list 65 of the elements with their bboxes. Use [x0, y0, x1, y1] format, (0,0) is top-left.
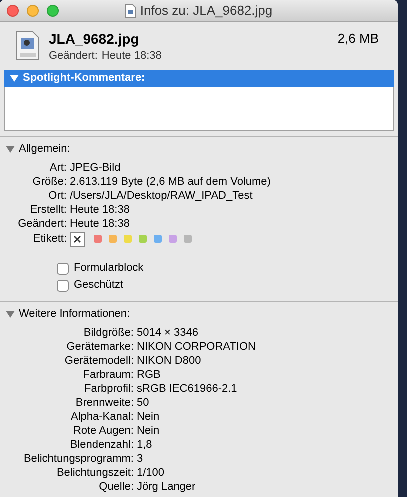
disclosure-triangle-icon[interactable] [6, 310, 15, 319]
field-value: Nein [137, 410, 160, 424]
file-size: 2,6 MB [338, 30, 379, 48]
document-icon [125, 4, 136, 18]
field-value: 5014 × 3346 [137, 326, 198, 340]
field-label: Alpha-Kanal: [70, 410, 135, 424]
field-label: Gerätemodell: [64, 354, 135, 368]
no-label-button[interactable] [70, 232, 85, 246]
field-label: Art: [48, 161, 68, 175]
color-label-button[interactable] [139, 235, 147, 243]
field-value: Heute 18:38 [70, 203, 130, 217]
color-label-button[interactable] [109, 235, 117, 243]
section-header[interactable]: Allgemein: [0, 141, 398, 158]
field-value: /Users/JLA/Desktop/RAW_IPAD_Test [70, 189, 253, 203]
modified-label: Geändert: [49, 49, 98, 64]
zoom-button[interactable] [47, 4, 59, 16]
field-value: NIKON CORPORATION [137, 340, 256, 354]
window-title: Infos zu: JLA_9682.jpg [140, 2, 273, 20]
minimize-button[interactable] [27, 4, 39, 16]
field-label: Farbprofil: [83, 382, 135, 396]
field-value: RGB [137, 368, 161, 382]
field-value: 1/100 [137, 466, 165, 480]
field-value: JPEG-Bild [70, 161, 121, 175]
field-value: 2.613.119 Byte (2,6 MB auf dem Volume) [70, 175, 271, 189]
field-label: Erstellt: [29, 203, 68, 217]
field-label: Etikett: [32, 232, 68, 247]
field-value: 3 [137, 452, 144, 466]
color-label-button[interactable] [94, 235, 102, 243]
field-label: Ort: [48, 189, 68, 203]
close-button[interactable] [7, 4, 19, 16]
field-value: NIKON D800 [137, 354, 202, 368]
field-label: Farbraum: [82, 368, 135, 382]
field-value: 1,8 [137, 438, 152, 452]
modified-date: Heute 18:38 [102, 49, 162, 64]
color-label-button[interactable] [154, 235, 162, 243]
disclosure-triangle-icon[interactable] [10, 74, 19, 83]
field-label: Größe: [32, 175, 68, 189]
checkbox[interactable] [57, 280, 69, 292]
field-value: sRGB IEC61966-2.1 [137, 382, 238, 396]
field-value: Heute 18:38 [70, 217, 130, 231]
disclosure-triangle-icon[interactable] [6, 145, 15, 154]
color-label-button[interactable] [184, 235, 192, 243]
field-label: Brennweite: [74, 396, 135, 410]
comment-field[interactable] [4, 87, 394, 131]
field-value: Nein [137, 424, 160, 438]
field-label: Rote Augen: [72, 424, 135, 438]
cross-icon [74, 236, 81, 242]
field-label: Belichtungszeit: [56, 466, 135, 480]
jpeg-file-icon [16, 31, 40, 61]
field-label: Quelle: [98, 480, 135, 494]
section-header[interactable]: Spotlight-Kommentare: [4, 70, 394, 87]
field-value: Jörg Langer [137, 480, 196, 494]
field-label: Bildgröße: [82, 326, 135, 340]
field-value: 50 [137, 396, 150, 410]
field-label: Gerätemarke: [66, 340, 135, 354]
field-label: Belichtungsprogramm: [22, 452, 135, 466]
color-label-button[interactable] [124, 235, 132, 243]
field-label: Blendenzahl: [69, 438, 135, 452]
section-header[interactable]: Weitere Informationen: [0, 306, 398, 323]
field-label: Geändert: [17, 217, 68, 231]
color-label-button[interactable] [169, 235, 177, 243]
file-name: JLA_9682.jpg [49, 30, 140, 48]
checkbox-label: Formularblock [74, 261, 144, 276]
checkbox-label: Geschützt [74, 278, 124, 293]
checkbox[interactable] [57, 262, 69, 274]
